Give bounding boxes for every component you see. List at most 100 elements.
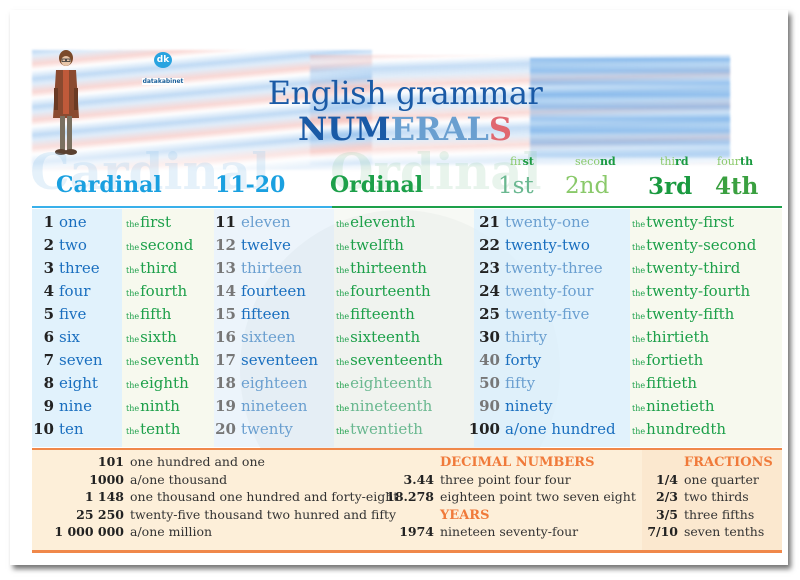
list-item: 18 eighteen xyxy=(214,372,318,395)
suffix-word-fourth: fourth xyxy=(717,155,754,168)
cardinal-word: fifty xyxy=(505,374,536,392)
list-item: 100 a/one hundred xyxy=(466,418,616,441)
article: the xyxy=(632,312,646,321)
number: 22 xyxy=(479,236,500,254)
cardinal-word: twenty-two xyxy=(505,236,590,254)
number: 1 148 xyxy=(84,489,124,504)
number: 101 xyxy=(97,454,124,469)
cardinal-list-11-20: 11 eleven 12 twelve 13 thirteen 14 fourteen 15 fi… xyxy=(214,211,318,441)
cardinal-word: fifteen xyxy=(241,305,290,323)
list-item: 23 twenty-three xyxy=(466,257,616,280)
list-item: 3/5 three fifths xyxy=(642,506,773,524)
number: 30 xyxy=(479,328,500,346)
cardinal-word: twelve xyxy=(241,236,291,254)
article: the xyxy=(126,381,140,390)
list-item: 50 fifty xyxy=(466,372,616,395)
list-item: thetwenty-first xyxy=(632,211,756,234)
list-item: 101 one hundred and one xyxy=(32,453,398,471)
ordinal-word: ninetieth xyxy=(646,397,715,415)
number: 1 000 000 xyxy=(54,524,124,539)
number-in-words: three point four four xyxy=(440,471,571,487)
list-item: theeleventh xyxy=(336,211,443,234)
ordinal-underline xyxy=(332,206,782,208)
ordinal-word: fourth xyxy=(140,282,188,300)
ordinal-word: nineteenth xyxy=(350,397,433,415)
ordinal-word: second xyxy=(140,236,194,254)
number: 90 xyxy=(479,397,500,415)
ordinal-word: tenth xyxy=(140,420,181,438)
cardinal-list-1-10: 1 one 2 two 3 three 4 four 5 five 6 six 7 seven 8 eight… xyxy=(32,211,103,441)
article: the xyxy=(126,335,140,344)
ordinal-word: eighth xyxy=(140,374,189,392)
dk-logo-icon: dk xyxy=(154,52,172,68)
number: 13 xyxy=(215,259,236,277)
list-item: 40 forty xyxy=(466,349,616,372)
numerals-poster: dk datakabinet English grammar NUMERALS … xyxy=(10,10,788,565)
number-in-words: three fifths xyxy=(684,506,755,522)
list-item: 1 148 one thousand one hundred and forty-… xyxy=(32,488,398,506)
cardinal-word: fourteen xyxy=(241,282,306,300)
large-numbers-list: 101 one hundred and one 1000 a/one thousand… xyxy=(32,453,398,541)
cardinal-word: seven xyxy=(59,351,103,369)
number: 1000 xyxy=(89,471,124,487)
article: the xyxy=(126,312,140,321)
number: 1 xyxy=(43,213,54,231)
list-item: 14 fourteen xyxy=(214,280,318,303)
article: the xyxy=(336,404,350,413)
list-item: thetwenty-fourth xyxy=(632,280,756,303)
list-item: thefifth xyxy=(126,303,199,326)
ordinal-word: eighteenth xyxy=(350,374,433,392)
list-item: 21 twenty-one xyxy=(466,211,616,234)
list-item: 7/10 seven tenths xyxy=(642,523,773,541)
ordinal-word: twelfth xyxy=(350,236,404,254)
fractions-list: FRACTIONS 1/4 one quarter 2/3 two thirds 3/5… xyxy=(642,453,773,541)
ordinal-word: sixteenth xyxy=(350,328,421,346)
list-item: thethirteenth xyxy=(336,257,443,280)
list-item: thethird xyxy=(126,257,199,280)
cardinal-word: forty xyxy=(505,351,542,369)
number: 4 xyxy=(43,282,54,300)
list-item: 19 nineteen xyxy=(214,395,318,418)
article: the xyxy=(336,266,350,275)
number-in-words: twenty-five thousand two hunred and fift… xyxy=(130,506,397,522)
ordinal-word: thirteenth xyxy=(350,259,427,277)
number: 8 xyxy=(43,374,54,392)
list-item: thefiftieth xyxy=(632,372,756,395)
list-item: theninth xyxy=(126,395,199,418)
ordinal-word: twenty-fourth xyxy=(646,282,751,300)
cardinal-list-21-100: 21 twenty-one 22 twenty-two 23 twenty-three 24… xyxy=(466,211,616,441)
number: 15 xyxy=(215,305,236,323)
list-item: 90 ninety xyxy=(466,395,616,418)
list-item: 7 seven xyxy=(32,349,103,372)
article: the xyxy=(336,220,350,229)
list-item: thefirst xyxy=(126,211,199,234)
article: the xyxy=(126,289,140,298)
number: 6 xyxy=(43,328,54,346)
number-in-words: two thirds xyxy=(684,489,749,504)
list-item: 24 twenty-four xyxy=(466,280,616,303)
list-item: 1 one xyxy=(32,211,103,234)
list-item: thethirtieth xyxy=(632,326,756,349)
list-item: 17 seventeen xyxy=(214,349,318,372)
number: 100 xyxy=(468,420,500,438)
list-item: 3.44 three point four four xyxy=(382,471,636,489)
list-item: thefortieth xyxy=(632,349,756,372)
list-item: thesixteenth xyxy=(336,326,443,349)
number: 18 xyxy=(215,374,236,392)
suffix-3rd: 3rd xyxy=(648,173,693,200)
list-item: theninetieth xyxy=(632,395,756,418)
fractions-heading: FRACTIONS xyxy=(684,455,773,470)
list-item: 12 twelve xyxy=(214,234,318,257)
ordinal-list-21-100: thetwenty-first thetwenty-second thetwenty… xyxy=(632,211,756,441)
cardinal-word: three xyxy=(59,259,100,277)
number: 40 xyxy=(479,351,500,369)
list-item: theseventh xyxy=(126,349,199,372)
list-item: 3 three xyxy=(32,257,103,280)
list-item: 2/3 two thirds xyxy=(642,488,773,506)
list-item: 5 five xyxy=(32,303,103,326)
list-item: thetwenty-third xyxy=(632,257,756,280)
ordinal-word: twentieth xyxy=(350,420,423,438)
number: 23 xyxy=(479,259,500,277)
number: 2/3 xyxy=(656,489,678,504)
ordinal-word: eleventh xyxy=(350,213,416,231)
